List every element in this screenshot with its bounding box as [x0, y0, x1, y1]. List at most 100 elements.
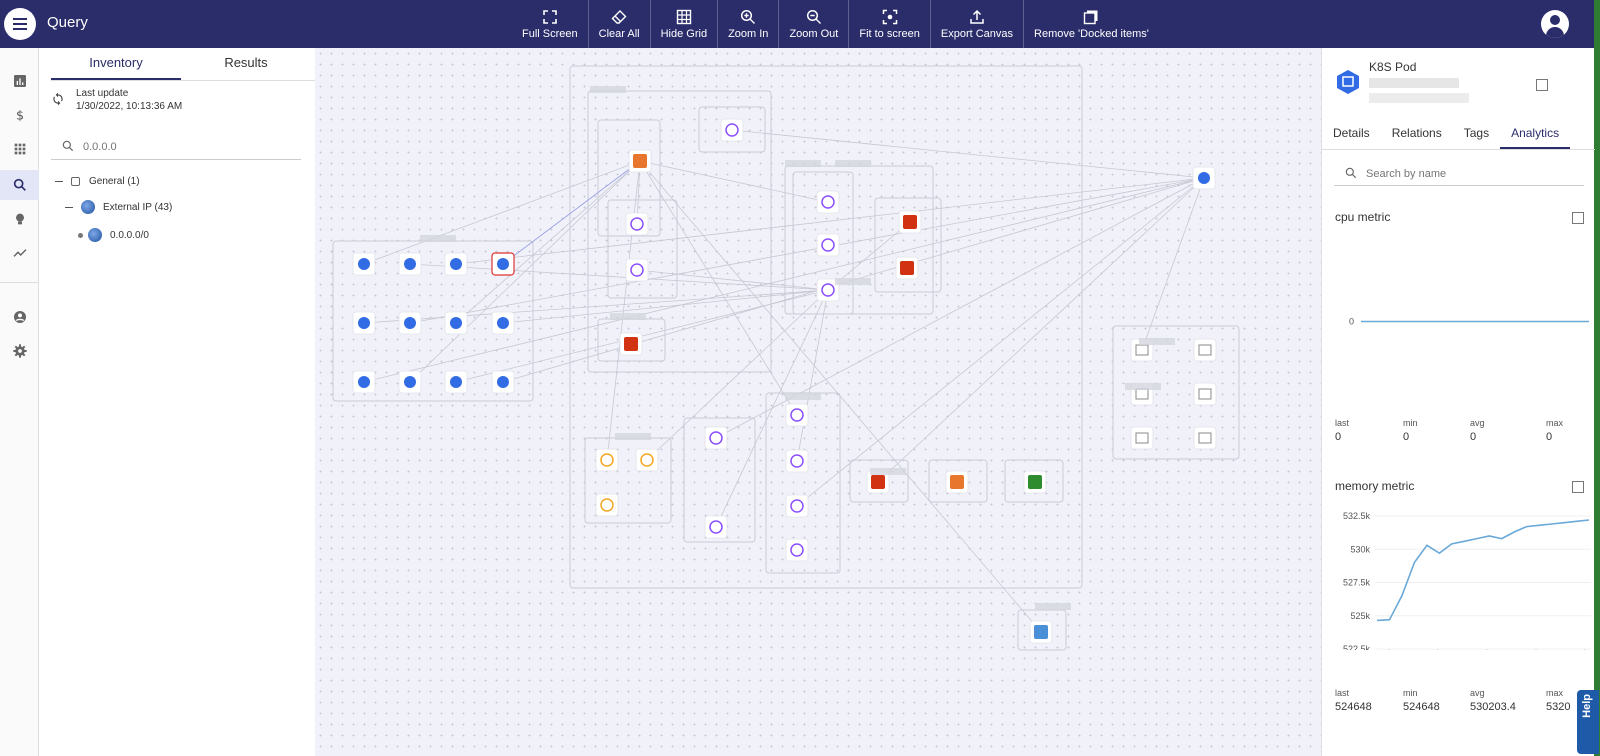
graph-edge	[606, 160, 641, 461]
toolbar-label: Full Screen	[522, 27, 578, 40]
stat-label: max	[1546, 688, 1564, 698]
tree-item-cidr[interactable]: 0.0.0.0/0	[78, 228, 149, 242]
stat-value: 0	[1403, 431, 1410, 443]
graph-node	[635, 448, 659, 472]
help-button[interactable]: Help	[1577, 690, 1599, 754]
rail-trend-button[interactable]	[0, 238, 39, 268]
collapse-icon[interactable]	[55, 181, 63, 182]
window-edge	[1594, 0, 1600, 756]
rail-apps-button[interactable]	[0, 134, 39, 164]
tab-relations[interactable]: Relations	[1381, 118, 1453, 149]
resource-node-icon	[871, 475, 885, 489]
y-tick-label: 532.5k	[1343, 511, 1371, 521]
cpu-metric-title: cpu metric	[1335, 210, 1391, 224]
toolbar-label: Remove 'Docked items'	[1034, 27, 1149, 40]
tab-tags[interactable]: Tags	[1453, 118, 1500, 149]
rail-search-button[interactable]	[0, 170, 39, 200]
redacted-label	[785, 393, 821, 400]
graph-edge	[639, 160, 829, 203]
topology-graph[interactable]	[315, 48, 1321, 756]
metric-search-input[interactable]	[1366, 165, 1566, 183]
inventory-search	[51, 134, 301, 160]
grid-button[interactable]: Hide Grid	[651, 0, 719, 48]
stat-last: last 0	[1335, 418, 1349, 443]
inventory-search-input[interactable]	[83, 138, 283, 156]
last-update-label: Last update	[76, 88, 129, 99]
rail-dollar-button[interactable]: $	[0, 100, 39, 130]
tree-item-external-ip[interactable]: External IP (43)	[65, 200, 172, 214]
stat-max: max 5320	[1546, 688, 1570, 713]
redacted-label	[835, 278, 871, 285]
expand-icon[interactable]	[1572, 481, 1584, 493]
docked-items-button[interactable]: Remove 'Docked items'	[1024, 0, 1159, 48]
stat-label: last	[1335, 688, 1350, 698]
graph-edge	[796, 289, 829, 462]
pod-subtitle-redacted	[1369, 93, 1469, 103]
fit-screen-button[interactable]: Fit to screen	[849, 0, 931, 48]
memory-chart: 18. Jan20. Jan22. Jan24. Jan26. Jan532.5…	[1335, 508, 1593, 650]
stat-value: 524648	[1403, 701, 1440, 713]
user-avatar[interactable]	[1541, 10, 1569, 38]
redacted-label	[420, 235, 456, 242]
graph-edge	[455, 160, 641, 324]
graph-edge	[877, 177, 1205, 483]
eraser-button[interactable]: Clear All	[589, 0, 651, 48]
rail-divider	[0, 282, 39, 283]
export-button[interactable]: Export Canvas	[931, 0, 1025, 48]
zoom-in-button[interactable]: Zoom In	[718, 0, 780, 48]
graph-node	[595, 448, 619, 472]
expand-icon[interactable]	[1536, 79, 1548, 91]
rail-settings-button[interactable]	[0, 336, 39, 366]
rail-dashboard-button[interactable]	[0, 66, 39, 96]
trend-icon	[12, 249, 27, 257]
tab-analytics[interactable]: Analytics	[1500, 118, 1571, 149]
fit-screen-icon	[882, 9, 898, 25]
graph-edge	[409, 263, 829, 291]
k8s-node-icon	[358, 317, 370, 329]
graph-edge	[646, 289, 829, 461]
redacted-label	[615, 433, 651, 440]
toolbar-label: Hide Grid	[660, 27, 708, 40]
toolbar-label: Zoom Out	[789, 27, 839, 40]
stat-value: 0	[1546, 431, 1553, 443]
apps-icon	[14, 143, 25, 155]
expand-icon[interactable]	[1572, 212, 1584, 224]
category-icon	[71, 177, 80, 186]
graph-node	[625, 212, 649, 236]
tab-inventory[interactable]: Inventory	[51, 48, 181, 80]
zoom-out-button[interactable]: Zoom Out	[779, 0, 850, 48]
menu-icon	[13, 23, 27, 25]
stat-avg: avg 0	[1470, 418, 1485, 443]
node-group	[569, 65, 1083, 589]
k8s-node-icon	[497, 317, 509, 329]
k8s-node-icon	[404, 376, 416, 388]
search-icon	[13, 178, 26, 191]
y-tick-label: 525k	[1350, 611, 1370, 621]
graph-node	[720, 118, 744, 142]
refresh-icon[interactable]	[51, 92, 65, 106]
export-icon	[969, 9, 985, 25]
hamburger-menu-button[interactable]	[4, 8, 36, 40]
tab-details[interactable]: Details	[1322, 118, 1381, 149]
stat-avg: avg 530203.4	[1470, 688, 1516, 713]
tree-item-general[interactable]: General (1)	[55, 176, 140, 187]
tab-results[interactable]: Results	[181, 48, 311, 80]
tree-node-dot	[78, 232, 83, 238]
fullscreen-button[interactable]: Full Screen	[512, 0, 589, 48]
k8s-node-icon	[450, 376, 462, 388]
resource-node-icon	[1034, 625, 1048, 639]
last-update: Last update 1/30/2022, 10:13:36 AM	[51, 88, 301, 118]
rail-lightbulb-button[interactable]	[0, 204, 39, 234]
app-title: Query	[47, 14, 88, 31]
graph-node	[1130, 426, 1154, 450]
chart-background	[1335, 508, 1593, 650]
collapse-icon[interactable]	[65, 206, 73, 208]
cpu-chart: 18. Jan20. Jan22. Jan24. Jan26. Jan0	[1335, 240, 1593, 382]
topology-canvas[interactable]	[315, 48, 1321, 756]
fullscreen-icon	[542, 9, 558, 25]
help-label: Help	[1581, 694, 1593, 718]
search-icon	[1345, 167, 1357, 179]
stat-label: avg	[1470, 418, 1485, 428]
graph-edge	[502, 289, 829, 324]
rail-account-button[interactable]	[0, 302, 39, 332]
